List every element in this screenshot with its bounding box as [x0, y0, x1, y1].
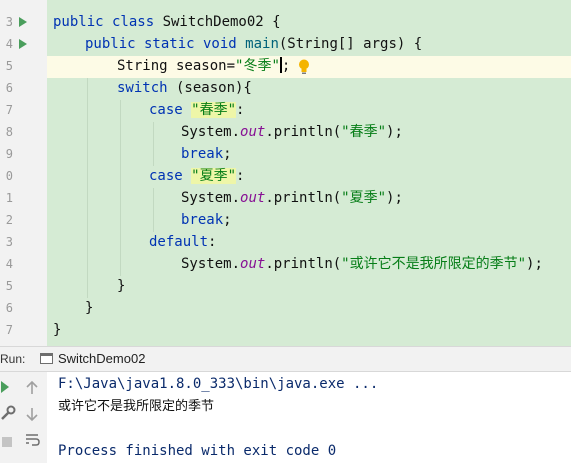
arrow-down-icon[interactable] [24, 406, 40, 422]
line-number: 5 [5, 279, 13, 293]
console-exit-line: Process finished with exit code 0 [58, 443, 337, 459]
line-number: 0 [5, 169, 13, 183]
line-number-gutter: 3 4 5 6 7 8 9 0 1 2 3 4 5 6 7 [0, 0, 47, 346]
code-line: } [117, 278, 126, 294]
rerun-icon[interactable] [0, 379, 16, 395]
console-tab-icon [40, 353, 53, 364]
line-number: 4 [5, 257, 13, 271]
run-class-icon[interactable] [19, 17, 27, 27]
code-line: case "春季": [149, 102, 245, 118]
code-line: break; [181, 212, 232, 228]
indent-guide [153, 122, 154, 166]
console-output-line: 或许它不是我所限定的季节 [58, 399, 215, 414]
line-number: 3 [5, 15, 13, 29]
run-tab-switchdemo02[interactable]: SwitchDemo02 [36, 347, 153, 371]
lightbulb-icon[interactable] [298, 59, 310, 75]
code-line: public class SwitchDemo02 { [53, 14, 281, 30]
line-number: 3 [5, 235, 13, 249]
code-line: public static void main(String[] args) { [85, 36, 423, 52]
code-line: switch (season){ [117, 80, 252, 96]
stop-icon[interactable] [0, 435, 16, 451]
soft-wrap-icon[interactable] [24, 432, 40, 448]
line-number: 9 [5, 147, 13, 161]
line-number: 1 [5, 191, 13, 205]
run-toolbar [0, 372, 47, 463]
indent-guide [153, 188, 154, 232]
code-line: } [85, 300, 94, 316]
run-label: Run: [0, 352, 26, 366]
code-line: case "夏季": [149, 168, 245, 184]
run-main-icon[interactable] [19, 39, 27, 49]
code-editor[interactable]: 3 4 5 6 7 8 9 0 1 2 3 4 5 6 7 public cla… [0, 0, 571, 346]
line-number: 7 [5, 103, 13, 117]
console-command-line: F:\Java\java1.8.0_333\bin\java.exe ... [58, 376, 379, 392]
console-output[interactable]: F:\Java\java1.8.0_333\bin\java.exe ... 或… [47, 372, 571, 463]
arrow-up-icon[interactable] [24, 380, 40, 396]
code-line: System.out.println("春季"); [181, 124, 403, 140]
indent-guide [87, 78, 88, 298]
code-line: } [53, 322, 62, 338]
code-line: default: [149, 234, 217, 250]
wrench-icon[interactable] [0, 405, 16, 421]
code-line: System.out.println("或许它不是我所限定的季节"); [181, 256, 543, 272]
code-line: System.out.println("夏季"); [181, 190, 403, 206]
line-number: 2 [5, 213, 13, 227]
line-number: 5 [5, 59, 13, 73]
line-number: 4 [5, 37, 13, 51]
code-line: String season="冬季"; [117, 57, 291, 74]
line-number: 6 [5, 81, 13, 95]
code-line: break; [181, 146, 232, 162]
line-number: 7 [5, 323, 13, 337]
line-number: 6 [5, 301, 13, 315]
line-number: 8 [5, 125, 13, 139]
run-tab-label: SwitchDemo02 [58, 351, 146, 366]
run-toolwindow-header: Run: SwitchDemo02 [0, 346, 571, 372]
indent-guide [120, 100, 121, 276]
